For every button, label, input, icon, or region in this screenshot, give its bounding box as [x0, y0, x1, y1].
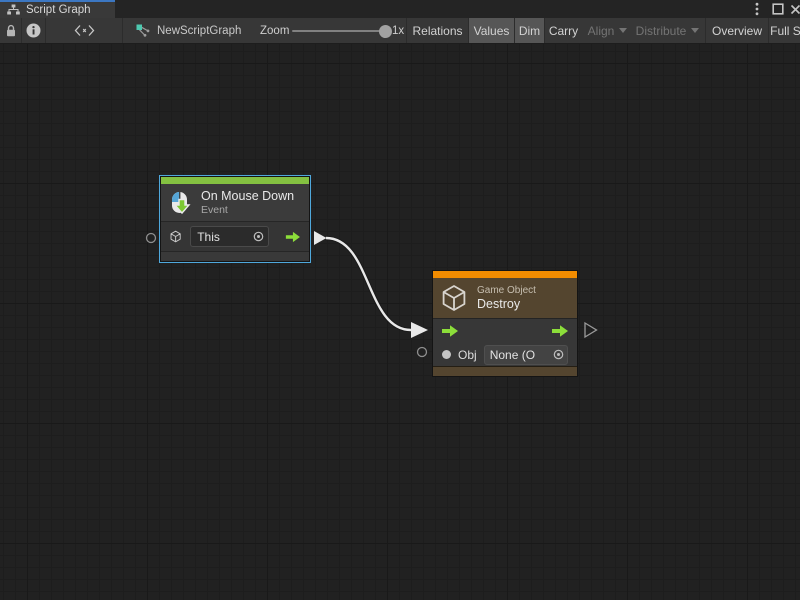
node-destroy[interactable]: Game Object Destroy Obj	[432, 270, 578, 377]
angle-brackets-x-icon	[74, 24, 95, 37]
graph-toolbar: NewScriptGraph Zoom 1x Relations Values …	[0, 18, 800, 44]
connection-start-arrow	[314, 231, 327, 245]
zoom-value: 1x	[392, 18, 404, 43]
target-object-field[interactable]: This	[190, 226, 269, 247]
graph-hierarchy-icon	[7, 4, 20, 16]
node-titles: On Mouse Down Event	[201, 189, 294, 216]
node-accent-bar	[161, 177, 309, 184]
node-category: Game Object	[477, 285, 536, 297]
mouse-down-event-icon	[167, 190, 193, 216]
object-picker-icon[interactable]	[553, 349, 564, 360]
window-menu-button[interactable]	[749, 2, 765, 16]
distribute-label: Distribute	[636, 24, 687, 38]
node-on-mouse-down[interactable]: On Mouse Down Event This	[159, 175, 311, 263]
exit-flow-port[interactable]	[551, 324, 569, 338]
maximize-button[interactable]	[770, 2, 786, 16]
node-subtitle: Event	[201, 204, 294, 216]
connection-end-arrow	[411, 322, 428, 338]
dim-button[interactable]: Dim	[514, 18, 544, 43]
chevron-down-icon	[691, 28, 699, 33]
node-title: Destroy	[477, 297, 536, 312]
tab-title: Script Graph	[26, 4, 91, 16]
info-button[interactable]	[21, 18, 45, 43]
values-button[interactable]: Values	[468, 18, 514, 43]
node-footer	[161, 251, 309, 261]
fullscreen-button[interactable]: Full Screen	[768, 18, 800, 43]
game-object-cube-icon	[169, 229, 182, 244]
node-port-row: This	[161, 221, 309, 251]
destroy-exit-port[interactable]	[585, 323, 597, 337]
tab-script-graph[interactable]: Script Graph	[0, 0, 115, 18]
param-label: Obj	[458, 348, 477, 362]
obj-value-port-dot[interactable]	[442, 350, 451, 359]
code-preview-button[interactable]	[45, 18, 123, 43]
obj-object-field[interactable]: None (O	[484, 345, 568, 365]
script-graph-asset-icon	[136, 24, 150, 37]
relations-button[interactable]: Relations	[406, 18, 468, 43]
node-body: Obj None (O	[433, 318, 577, 366]
game-object-cube-icon	[439, 283, 469, 313]
align-dropdown-button[interactable]: Align	[584, 18, 631, 43]
info-circle-icon	[26, 23, 41, 38]
node-titles: Game Object Destroy	[477, 285, 536, 312]
zoom-slider[interactable]	[292, 30, 386, 32]
exit-flow-port[interactable]	[285, 230, 301, 244]
overview-button[interactable]: Overview	[705, 18, 768, 43]
connection-wire[interactable]	[326, 238, 411, 330]
flow-port-row	[433, 319, 577, 343]
zoom-label: Zoom	[260, 18, 289, 43]
on-mouse-down-target-port[interactable]	[147, 234, 156, 243]
node-accent-bar	[433, 271, 577, 278]
vertical-ellipsis-icon	[755, 2, 759, 16]
node-header[interactable]: On Mouse Down Event	[161, 184, 309, 221]
zoom-slider-handle[interactable]	[379, 25, 392, 38]
chevron-down-icon	[619, 28, 627, 33]
param-port-row: Obj None (O	[433, 343, 577, 366]
padlock-icon	[5, 24, 17, 37]
graph-name: NewScriptGraph	[157, 25, 241, 37]
node-header[interactable]: Game Object Destroy	[433, 278, 577, 318]
lock-button[interactable]	[0, 18, 21, 43]
maximize-icon	[772, 3, 784, 15]
carry-button[interactable]: Carry	[544, 18, 582, 43]
object-picker-icon[interactable]	[253, 231, 264, 242]
node-footer	[433, 366, 577, 376]
script-graph-window: Script Graph	[0, 0, 800, 600]
graph-canvas[interactable]: On Mouse Down Event This	[0, 44, 800, 600]
breadcrumb[interactable]: NewScriptGraph	[136, 18, 241, 43]
target-object-value: This	[197, 230, 253, 244]
connections-layer	[0, 44, 800, 600]
align-label: Align	[588, 24, 615, 38]
obj-object-value: None (O	[490, 348, 553, 362]
enter-flow-port[interactable]	[441, 324, 459, 338]
node-title: On Mouse Down	[201, 189, 294, 204]
destroy-obj-port[interactable]	[418, 348, 427, 357]
close-button[interactable]	[787, 2, 800, 16]
distribute-dropdown-button[interactable]: Distribute	[631, 18, 704, 43]
close-icon	[790, 4, 800, 15]
tab-bar: Script Graph	[0, 0, 800, 18]
